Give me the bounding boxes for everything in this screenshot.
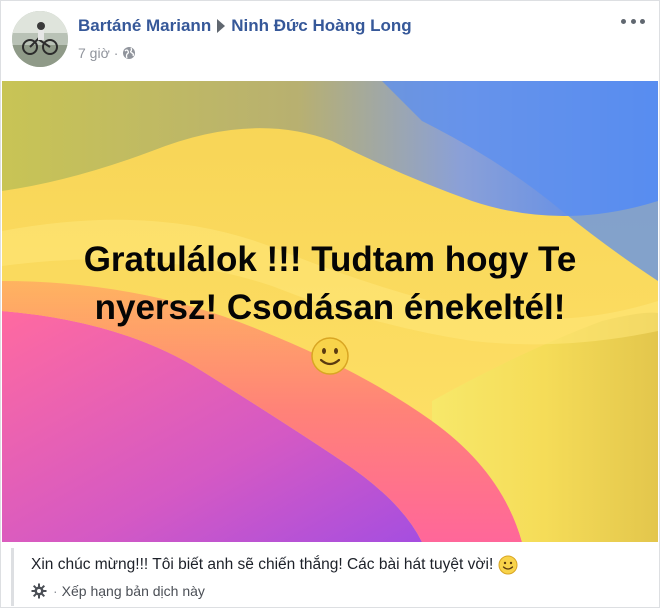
smiley-icon [311,336,349,375]
translated-text: Xin chúc mừng!!! Tôi biết anh sẽ chiến t… [31,555,518,575]
post-meta: 7 giờ · [78,45,136,61]
post-card: Bartáné Mariann Ninh Đức Hoàng Long 7 gi… [0,0,660,608]
arrow-right-icon [217,19,226,33]
post-time[interactable]: 7 giờ [78,45,110,61]
translation-text: Xin chúc mừng!!! Tôi biết anh sẽ chiến t… [31,556,494,573]
rate-separator: · [53,583,58,599]
post-names: Bartáné Mariann Ninh Đức Hoàng Long [78,16,412,36]
recipient-name[interactable]: Ninh Đức Hoàng Long [231,16,411,36]
post-message: Gratulálok !!! Tudtam hogy Te nyersz! Cs… [2,81,658,542]
message-text: Gratulálok !!! Tudtam hogy Te nyersz! Cs… [83,239,577,327]
translation-box: Xin chúc mừng!!! Tôi biết anh sẽ chiến t… [11,548,654,606]
more-dot [640,18,645,24]
more-options-icon[interactable] [621,13,645,29]
gear-icon [31,583,47,599]
post-background: Gratulálok !!! Tudtam hogy Te nyersz! Cs… [2,81,658,542]
more-dot [621,18,626,24]
rate-translation-link[interactable]: · Xếp hạng bản dịch này [31,583,205,599]
avatar-image [12,11,68,67]
meta-separator: · [113,45,119,61]
more-dot [630,18,636,24]
rate-label[interactable]: Xếp hạng bản dịch này [62,583,205,599]
avatar[interactable] [12,11,68,67]
globe-icon[interactable] [122,46,136,60]
post-header: Bartáné Mariann Ninh Đức Hoàng Long 7 gi… [1,1,659,79]
smiley-icon [498,555,518,575]
author-name[interactable]: Bartáné Mariann [78,16,211,36]
